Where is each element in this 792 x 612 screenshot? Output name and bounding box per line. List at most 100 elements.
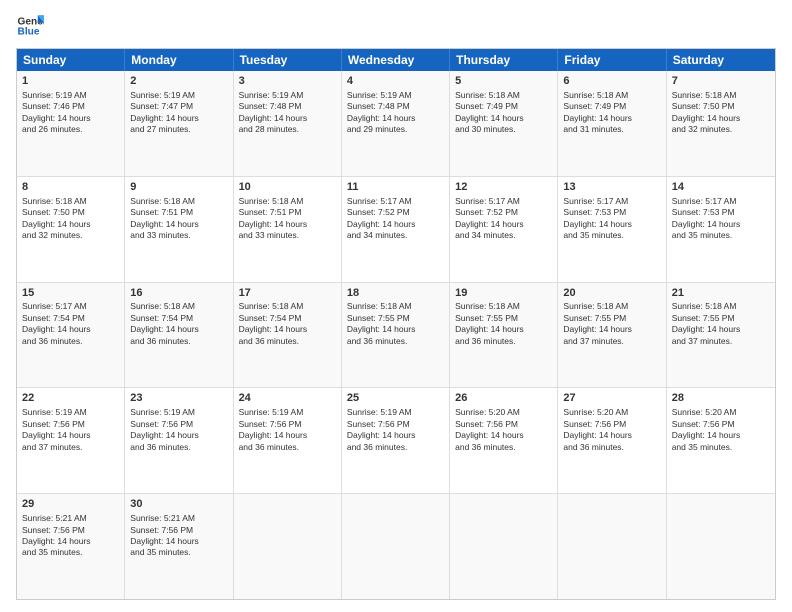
cell-line: and 35 minutes.	[22, 547, 119, 558]
calendar-day-29: 29Sunrise: 5:21 AMSunset: 7:56 PMDayligh…	[17, 494, 125, 599]
cell-line: and 36 minutes.	[239, 442, 336, 453]
calendar-day-19: 19Sunrise: 5:18 AMSunset: 7:55 PMDayligh…	[450, 283, 558, 388]
cell-line: Sunrise: 5:18 AM	[239, 301, 336, 312]
day-number: 16	[130, 286, 227, 301]
cell-line: Daylight: 14 hours	[455, 324, 552, 335]
page: General Blue SundayMondayTuesdayWednesda…	[0, 0, 792, 612]
day-number: 5	[455, 74, 552, 89]
day-number: 15	[22, 286, 119, 301]
cell-line: Sunset: 7:52 PM	[347, 207, 444, 218]
cell-line: Sunset: 7:56 PM	[130, 419, 227, 430]
cell-line: Sunset: 7:56 PM	[130, 525, 227, 536]
cell-line: Daylight: 14 hours	[347, 430, 444, 441]
cell-line: Sunset: 7:51 PM	[239, 207, 336, 218]
cell-line: Sunrise: 5:19 AM	[239, 407, 336, 418]
cell-line: Sunrise: 5:19 AM	[130, 407, 227, 418]
cell-line: Sunset: 7:49 PM	[563, 101, 660, 112]
cell-line: Daylight: 14 hours	[672, 430, 770, 441]
cell-line: Daylight: 14 hours	[239, 324, 336, 335]
cell-line: Daylight: 14 hours	[347, 324, 444, 335]
calendar-day-4: 4Sunrise: 5:19 AMSunset: 7:48 PMDaylight…	[342, 71, 450, 176]
cell-line: Sunset: 7:51 PM	[130, 207, 227, 218]
cell-line: and 35 minutes.	[563, 230, 660, 241]
day-number: 7	[672, 74, 770, 89]
calendar-day-7: 7Sunrise: 5:18 AMSunset: 7:50 PMDaylight…	[667, 71, 775, 176]
calendar-day-6: 6Sunrise: 5:18 AMSunset: 7:49 PMDaylight…	[558, 71, 666, 176]
day-number: 10	[239, 180, 336, 195]
cell-line: and 36 minutes.	[347, 442, 444, 453]
day-number: 17	[239, 286, 336, 301]
cell-line: Daylight: 14 hours	[455, 219, 552, 230]
cell-line: Sunrise: 5:18 AM	[563, 90, 660, 101]
top-row: General Blue	[16, 12, 776, 40]
logo: General Blue	[16, 12, 44, 40]
cell-line: and 28 minutes.	[239, 124, 336, 135]
cell-line: Sunset: 7:54 PM	[22, 313, 119, 324]
day-number: 23	[130, 391, 227, 406]
cell-line: Sunset: 7:54 PM	[130, 313, 227, 324]
header-day-tuesday: Tuesday	[234, 49, 342, 71]
cell-line: Daylight: 14 hours	[239, 430, 336, 441]
calendar-row-1: 1Sunrise: 5:19 AMSunset: 7:46 PMDaylight…	[17, 71, 775, 177]
cell-line: and 37 minutes.	[563, 336, 660, 347]
cell-line: Sunset: 7:52 PM	[455, 207, 552, 218]
calendar-day-20: 20Sunrise: 5:18 AMSunset: 7:55 PMDayligh…	[558, 283, 666, 388]
day-number: 19	[455, 286, 552, 301]
cell-line: Sunset: 7:55 PM	[563, 313, 660, 324]
cell-line: Sunrise: 5:18 AM	[672, 90, 770, 101]
cell-line: Daylight: 14 hours	[22, 113, 119, 124]
day-number: 3	[239, 74, 336, 89]
cell-line: and 32 minutes.	[22, 230, 119, 241]
calendar-row-2: 8Sunrise: 5:18 AMSunset: 7:50 PMDaylight…	[17, 177, 775, 283]
cell-line: Sunrise: 5:19 AM	[347, 407, 444, 418]
cell-line: Daylight: 14 hours	[455, 113, 552, 124]
cell-line: Daylight: 14 hours	[672, 324, 770, 335]
cell-line: Sunrise: 5:20 AM	[563, 407, 660, 418]
calendar-day-30: 30Sunrise: 5:21 AMSunset: 7:56 PMDayligh…	[125, 494, 233, 599]
cell-line: Daylight: 14 hours	[130, 430, 227, 441]
calendar-day-27: 27Sunrise: 5:20 AMSunset: 7:56 PMDayligh…	[558, 388, 666, 493]
calendar-day-25: 25Sunrise: 5:19 AMSunset: 7:56 PMDayligh…	[342, 388, 450, 493]
cell-line: Sunrise: 5:18 AM	[130, 301, 227, 312]
calendar-day-22: 22Sunrise: 5:19 AMSunset: 7:56 PMDayligh…	[17, 388, 125, 493]
cell-line: Daylight: 14 hours	[239, 113, 336, 124]
day-number: 20	[563, 286, 660, 301]
calendar-day-10: 10Sunrise: 5:18 AMSunset: 7:51 PMDayligh…	[234, 177, 342, 282]
calendar-day-13: 13Sunrise: 5:17 AMSunset: 7:53 PMDayligh…	[558, 177, 666, 282]
cell-line: and 36 minutes.	[347, 336, 444, 347]
day-number: 22	[22, 391, 119, 406]
calendar: SundayMondayTuesdayWednesdayThursdayFrid…	[16, 48, 776, 600]
calendar-empty	[558, 494, 666, 599]
cell-line: Daylight: 14 hours	[22, 324, 119, 335]
cell-line: and 31 minutes.	[563, 124, 660, 135]
cell-line: Daylight: 14 hours	[130, 536, 227, 547]
cell-line: and 36 minutes.	[455, 336, 552, 347]
day-number: 9	[130, 180, 227, 195]
cell-line: Sunrise: 5:18 AM	[563, 301, 660, 312]
cell-line: and 36 minutes.	[455, 442, 552, 453]
cell-line: Sunrise: 5:18 AM	[347, 301, 444, 312]
calendar-day-9: 9Sunrise: 5:18 AMSunset: 7:51 PMDaylight…	[125, 177, 233, 282]
calendar-empty	[234, 494, 342, 599]
cell-line: Sunset: 7:50 PM	[22, 207, 119, 218]
cell-line: and 36 minutes.	[130, 336, 227, 347]
cell-line: Daylight: 14 hours	[22, 219, 119, 230]
calendar-day-2: 2Sunrise: 5:19 AMSunset: 7:47 PMDaylight…	[125, 71, 233, 176]
day-number: 11	[347, 180, 444, 195]
calendar-day-8: 8Sunrise: 5:18 AMSunset: 7:50 PMDaylight…	[17, 177, 125, 282]
cell-line: Sunrise: 5:18 AM	[239, 196, 336, 207]
logo-icon: General Blue	[16, 12, 44, 40]
cell-line: Sunrise: 5:17 AM	[563, 196, 660, 207]
cell-line: and 26 minutes.	[22, 124, 119, 135]
cell-line: Sunrise: 5:17 AM	[672, 196, 770, 207]
cell-line: Sunrise: 5:20 AM	[455, 407, 552, 418]
cell-line: Daylight: 14 hours	[22, 536, 119, 547]
day-number: 2	[130, 74, 227, 89]
calendar-day-5: 5Sunrise: 5:18 AMSunset: 7:49 PMDaylight…	[450, 71, 558, 176]
cell-line: Sunset: 7:56 PM	[239, 419, 336, 430]
header-day-friday: Friday	[558, 49, 666, 71]
cell-line: and 36 minutes.	[239, 336, 336, 347]
header-day-sunday: Sunday	[17, 49, 125, 71]
cell-line: Daylight: 14 hours	[22, 430, 119, 441]
day-number: 12	[455, 180, 552, 195]
